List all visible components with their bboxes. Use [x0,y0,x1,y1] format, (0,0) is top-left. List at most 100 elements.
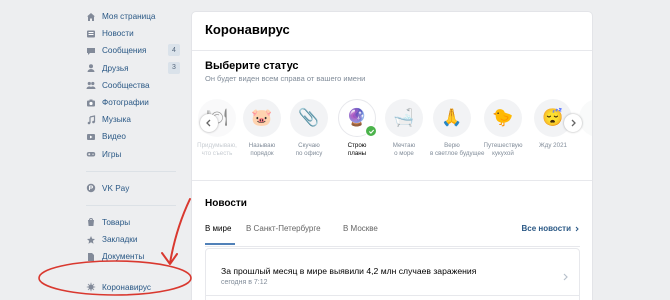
tab-saint-petersburg[interactable]: В Санкт-Петербурге [246,224,321,233]
status-caption: кукухой [492,150,514,157]
status-caption: о море [394,150,414,157]
status-option[interactable]: 📎 Скучаю по офису [287,99,331,158]
bookmarks-icon [86,235,96,245]
sidebar-item-friends[interactable]: Друзья 3 [86,60,186,77]
carousel-next-button[interactable] [564,114,582,132]
sidebar-divider [86,271,176,272]
status-option[interactable]: 🐷 Называю порядок [240,99,284,158]
status-caption: Придумываю, [197,142,237,149]
tabs-divider [205,246,580,247]
sidebar-item-music[interactable]: Музыка [86,111,186,128]
status-emoji: 🛁 [385,99,423,137]
sidebar-item-label: Моя страница [102,12,156,22]
sidebar-item-video[interactable]: Видео [86,128,186,145]
status-caption: в светлое будущее [430,150,485,157]
status-emoji: 📎 [290,99,328,137]
friends-icon [86,63,96,73]
unread-count-badge: 4 [168,44,180,57]
sidebar-item-vkpay[interactable]: VK Pay [86,180,186,197]
sidebar-item-label: VK Pay [102,183,130,193]
news-headline: За прошлый месяц в мире выявили 4,2 млн … [221,266,477,276]
active-tab-indicator [205,243,235,245]
status-emoji: 🙏 [433,99,471,137]
sidebar-item-communities[interactable]: Сообщества [86,77,186,94]
news-timestamp: сегодня в 7:12 [221,279,268,286]
status-carousel: 🍽 Придумываю, что съесть 🐷 Называю порядок… [192,96,592,176]
status-emoji: 🐤 [484,99,522,137]
sidebar-item-photos[interactable]: Фотографии [86,94,186,111]
news-tabs: В мире В Санкт-Петербурге В Москве Все н… [205,224,580,246]
status-caption: Называю [248,142,276,149]
status-caption: планы [347,150,367,157]
chevron-right-icon [563,273,568,281]
title-divider [192,50,592,51]
status-emoji: 🐷 [243,99,281,137]
sidebar-item-bookmarks[interactable]: Закладки [86,231,186,248]
news-list: За прошлый месяц в мире выявили 4,2 млн … [205,248,580,300]
sidebar-item-label: Фотографии [102,98,149,108]
left-sidebar: Моя страница Новости Сообщения 4 Друзья … [86,8,186,296]
status-caption: Путешествую [483,142,523,149]
sidebar-item-label: Видео [102,132,126,142]
sidebar-item-label: Товары [102,217,131,227]
status-caption: Жду 2021 [539,142,567,149]
news-divider [206,295,579,296]
sidebar-item-label: Коронавирус [102,282,151,292]
checkmark-icon [365,125,377,137]
sidebar-item-label: Игры [102,149,122,159]
sidebar-divider [86,170,176,172]
status-caption: Скучаю [298,142,320,149]
sidebar-item-label: Сообщения [102,46,147,56]
sidebar-item-goods[interactable]: Товары [86,214,186,231]
sidebar-item-label: Закладки [102,235,138,245]
all-news-link[interactable]: Все новости [522,224,581,233]
chevron-left-icon [206,119,211,127]
sidebar-item-label: Музыка [102,115,131,125]
sidebar-item-coronavirus[interactable]: Коронавирус [86,278,186,295]
status-emoji-wrap: 🔮 [338,99,377,137]
sidebar-item-label: Документы [102,252,145,262]
chevron-right-icon [575,226,579,232]
sidebar-item-label: Новости [102,29,134,39]
status-caption: по офису [295,150,323,157]
messages-icon [86,46,96,56]
status-emoji: 🔮 [346,108,368,127]
tab-moscow[interactable]: В Москве [343,224,378,233]
status-option-selected[interactable]: 🔮 Строю планы [335,99,379,158]
vkpay-icon [86,183,96,193]
status-caption: Верю [444,142,460,149]
status-option[interactable]: 🙏 Верю в светлое будущее [430,99,484,158]
section-divider [192,180,592,181]
sidebar-item-my-page[interactable]: Моя страница [86,8,186,25]
sidebar-item-label: Друзья [102,63,129,73]
news-icon [86,29,96,39]
status-option[interactable]: 🐤 Путешествую кукухой [481,99,525,158]
status-section-title: Выберите статус [205,60,299,72]
status-caption: Строю [347,142,367,149]
sidebar-item-messages[interactable]: Сообщения 4 [86,42,186,59]
sidebar-divider [86,204,176,206]
documents-icon [86,252,96,262]
status-section-subtitle: Он будет виден всем справа от вашего име… [205,74,366,83]
coronavirus-page-card: Коронавирус Выберите статус Он будет вид… [192,12,592,300]
communities-icon [86,80,96,90]
photos-icon [86,98,96,108]
tab-world[interactable]: В мире [205,224,231,233]
status-caption: порядок [250,150,274,157]
news-section-title: Новости [205,198,247,209]
games-icon [86,149,96,159]
music-icon [86,114,96,125]
status-option[interactable]: 🛁 Мечтаю о море [382,99,426,158]
sidebar-item-label: Сообщества [102,80,150,90]
home-icon [86,12,96,22]
page-title: Коронавирус [205,22,290,37]
friend-requests-badge: 3 [168,61,180,74]
sidebar-item-news[interactable]: Новости [86,25,186,42]
goods-icon [86,217,96,227]
carousel-prev-button[interactable] [200,114,218,132]
all-news-label: Все новости [521,224,572,233]
chevron-right-icon [571,119,576,127]
sidebar-item-documents[interactable]: Документы [86,248,186,265]
status-caption: что съесть [201,150,233,157]
sidebar-item-games[interactable]: Игры [86,146,186,163]
